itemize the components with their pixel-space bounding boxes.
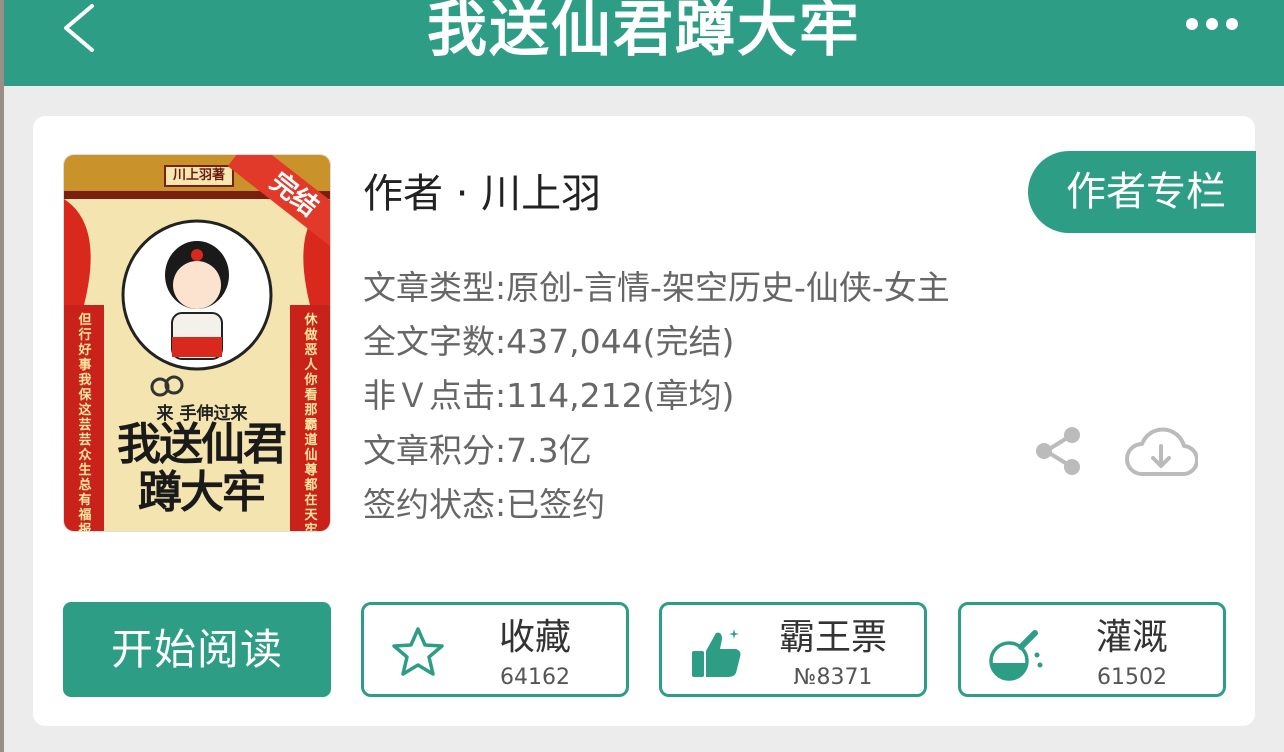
info-row-word-count: 全文字数:437,044(完结) — [363, 320, 734, 364]
more-dots-icon[interactable] — [1184, 14, 1240, 34]
vote-count: №8371 — [793, 665, 873, 690]
favorite-button[interactable]: 收藏 64162 — [361, 602, 629, 697]
cover-couplet-left: 但行好事 我保这芸芸众生总有福报 — [78, 313, 92, 531]
top-nav-bar: 我送仙君蹲大牢 — [4, 0, 1284, 86]
info-value: 已签约 — [506, 485, 606, 524]
window-edge — [0, 0, 4, 752]
info-value: 原创-言情-架空历史-仙侠-女主 — [506, 268, 950, 307]
info-label: 签约状态: — [363, 485, 507, 524]
info-label: 非Ｖ点击: — [363, 376, 507, 415]
author-column-button[interactable]: 作者专栏 — [1028, 151, 1256, 233]
info-row-genre: 文章类型:原创-言情-架空历史-仙侠-女主 — [363, 266, 950, 310]
info-label: 全文字数: — [363, 322, 507, 361]
vote-button[interactable]: 霸王票 №8371 — [659, 602, 927, 697]
favorite-label: 收藏 — [498, 617, 571, 658]
author-name[interactable]: 作者 · 川上羽 — [363, 166, 601, 222]
info-row-clicks: 非Ｖ点击:114,212(章均) — [363, 374, 734, 418]
info-label: 文章类型: — [363, 268, 507, 307]
cover-title: 我送仙君 蹲大牢 — [106, 421, 296, 517]
vote-label: 霸王票 — [778, 617, 887, 658]
water-button[interactable]: 灌溉 61502 — [958, 602, 1226, 697]
start-reading-button[interactable]: 开始阅读 — [63, 602, 331, 697]
info-row-score: 文章积分:7.3亿 — [363, 429, 592, 473]
info-label: 文章积分: — [363, 431, 507, 470]
cover-author-tag: 川上羽著 — [164, 165, 234, 187]
share-icon[interactable] — [1034, 425, 1082, 477]
cover-couplet-right: 休做恶人 你看那霸道仙尊都在天牢 — [304, 313, 318, 531]
thumbs-up-icon — [692, 629, 741, 677]
flask-icon — [989, 630, 1043, 681]
info-value: 437,044(完结) — [506, 322, 735, 361]
water-count: 61502 — [1097, 665, 1167, 690]
page-title: 我送仙君蹲大牢 — [427, 0, 861, 65]
water-label: 灌溉 — [1095, 617, 1168, 658]
star-icon — [392, 627, 444, 676]
favorite-count: 64162 — [500, 665, 570, 690]
book-cover[interactable]: 川上羽著 完结 但行好事 我保这芸芸众生总有福报 休做恶人 你看那霸道仙尊都在天… — [64, 155, 330, 531]
info-value: 7.3亿 — [506, 431, 592, 470]
cover-title-line1: 我送仙君 — [117, 419, 287, 470]
cloud-download-icon[interactable] — [1124, 424, 1198, 480]
info-row-contract: 签约状态:已签约 — [363, 483, 605, 527]
cover-title-line2: 蹲大牢 — [138, 467, 266, 518]
info-value: 114,212(章均) — [506, 376, 735, 415]
